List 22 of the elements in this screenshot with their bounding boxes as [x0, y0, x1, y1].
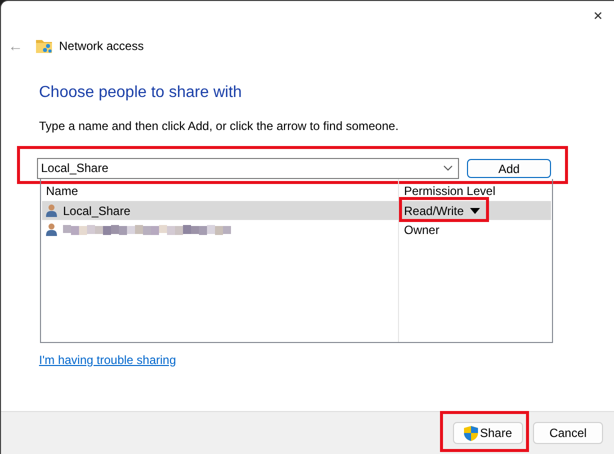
- list-row[interactable]: Local_Share Read/Write: [42, 201, 551, 220]
- page-heading: Choose people to share with: [39, 83, 243, 103]
- caret-icon[interactable]: [443, 164, 453, 170]
- user-name: Local_Share: [63, 202, 130, 220]
- user-icon: [46, 204, 57, 217]
- instruction-text: Type a name and then click Add, or click the arrow to find someone.: [39, 118, 400, 132]
- list-row[interactable]: Owner: [42, 220, 551, 239]
- add-button[interactable]: Add: [467, 158, 551, 178]
- permission-level: Owner: [404, 222, 440, 238]
- shield-icon: [464, 426, 478, 440]
- dropdown-arrow-icon[interactable]: [470, 208, 480, 214]
- dialog-button[interactable]: Cancel: [533, 422, 603, 444]
- help-link[interactable]: I'm having trouble sharing: [39, 351, 176, 369]
- close-button[interactable]: ✕: [583, 1, 613, 31]
- user-icon: [46, 223, 57, 236]
- permission-level: Read/Write: [404, 202, 464, 220]
- column-header[interactable]: Name: [41, 182, 399, 200]
- dialog-button[interactable]: Share: [453, 422, 523, 444]
- window-title: Network access: [59, 38, 144, 55]
- network-folder-icon: [36, 39, 52, 53]
- column-header[interactable]: Permission Level: [399, 182, 496, 200]
- name-combo-field[interactable]: Local_Share: [37, 158, 459, 178]
